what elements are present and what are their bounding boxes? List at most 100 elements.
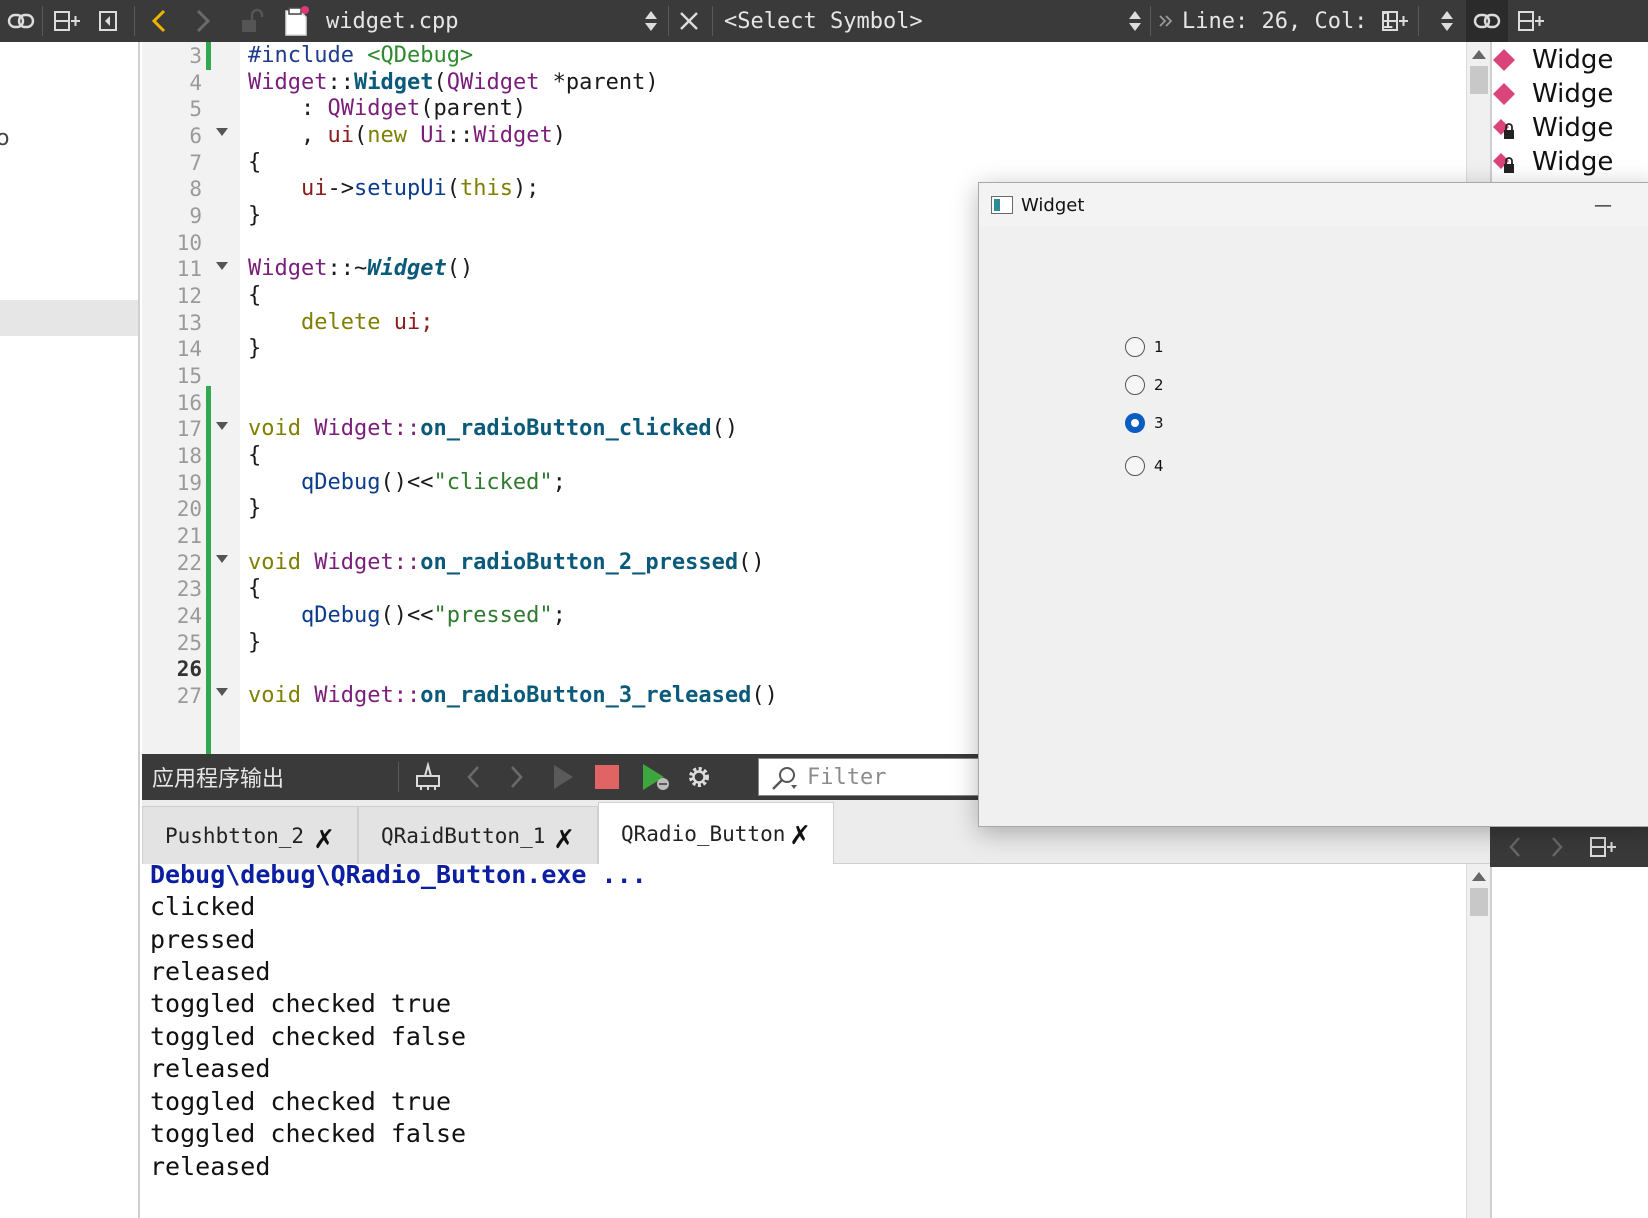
radio-indicator[interactable]: [1125, 456, 1145, 476]
close-file-icon[interactable]: [674, 0, 704, 42]
fold-arrow-icon[interactable]: [216, 128, 228, 136]
clear-output-icon[interactable]: [408, 754, 448, 800]
radio-indicator[interactable]: [1125, 375, 1145, 395]
forward-arrow-icon[interactable]: [188, 0, 218, 42]
split-add-icon[interactable]: [50, 0, 84, 42]
radio-button-3[interactable]: 3: [1125, 409, 1235, 437]
outline-item[interactable]: Widge: [1493, 144, 1613, 180]
change-marker: [206, 42, 211, 70]
symbol-updown-icon[interactable]: [1124, 0, 1146, 42]
code-line: }: [248, 630, 262, 655]
right-bottom-toolbar: [1490, 827, 1648, 867]
radio-indicator-checked[interactable]: [1125, 413, 1145, 433]
file-name[interactable]: widget.cpp: [326, 0, 458, 42]
fold-arrow-icon[interactable]: [216, 262, 228, 270]
code-line: {: [248, 576, 262, 601]
tab-qradio-button[interactable]: QRadio_Button ✗: [598, 802, 834, 865]
line-number: 5: [189, 97, 202, 121]
tab-qraidbutton-1[interactable]: QRaidButton_1 ✗: [358, 806, 598, 864]
outline-updown-icon[interactable]: [1436, 0, 1458, 42]
line-number: 11: [176, 257, 202, 281]
line-number: 18: [176, 444, 202, 468]
output-line: toggled checked true: [150, 1087, 452, 1116]
window-titlebar[interactable]: Widget —: [979, 183, 1648, 227]
output-line: toggled checked false: [150, 1022, 467, 1051]
code-line: Widget::~Widget(): [248, 256, 474, 281]
close-tab-icon[interactable]: ✗: [789, 821, 811, 851]
close-sidebar-icon[interactable]: [94, 0, 122, 42]
output-line: released: [150, 1054, 271, 1083]
scroll-up-icon[interactable]: [1472, 872, 1486, 881]
sidebar-selected-row[interactable]: [0, 300, 138, 336]
code-line: , ui(new Ui::Widget): [248, 123, 566, 148]
line-number: 27: [176, 684, 202, 708]
fold-arrow-icon[interactable]: [216, 422, 228, 430]
rerun-icon[interactable]: [546, 754, 580, 800]
application-output[interactable]: Debug\debug\QRadio_Button.exe ... clicke…: [142, 864, 1466, 1218]
split-add-icon[interactable]: [1586, 827, 1620, 867]
fold-arrow-icon[interactable]: [216, 688, 228, 696]
close-tab-icon[interactable]: ✗: [553, 825, 575, 855]
code-line: void Widget::on_radioButton_3_released(): [248, 683, 778, 708]
code-line: void Widget::on_radioButton_clicked(): [248, 416, 739, 441]
close-tab-icon[interactable]: ✗: [313, 825, 335, 855]
outline-split-icon[interactable]: [1514, 0, 1548, 42]
output-line: pressed: [150, 925, 256, 954]
symbol-selector[interactable]: <Select Symbol>: [724, 0, 923, 42]
minimize-button[interactable]: —: [1583, 191, 1623, 219]
line-number: 24: [176, 604, 202, 628]
fold-arrow-icon[interactable]: [216, 555, 228, 563]
editor-split-icon[interactable]: [1378, 0, 1412, 42]
line-number: 17: [176, 417, 202, 441]
updown-arrows-icon[interactable]: [640, 0, 662, 42]
radio-button-4[interactable]: 4: [1125, 452, 1235, 480]
tab-pushbtton-2[interactable]: Pushbtton_2 ✗: [142, 806, 358, 864]
stop-icon[interactable]: [590, 754, 624, 800]
filter-input[interactable]: Filter: [758, 758, 990, 796]
change-marker: [206, 386, 211, 754]
sync-link-icon[interactable]: [1466, 0, 1508, 42]
next-item-icon[interactable]: [502, 754, 532, 800]
app-window-icon: [991, 196, 1013, 214]
gear-icon[interactable]: [682, 754, 716, 800]
cursor-position[interactable]: Line: 26, Col: 1: [1182, 0, 1394, 42]
outline-item[interactable]: Widge: [1493, 42, 1613, 78]
outline-item[interactable]: Widge: [1493, 110, 1613, 146]
lock-icon[interactable]: [234, 0, 268, 42]
radio-button-2[interactable]: 2: [1125, 371, 1235, 399]
widget-window: Widget — 1 2 3 4: [978, 182, 1648, 827]
radio-label: 4: [1154, 457, 1164, 475]
back-arrow-icon[interactable]: [1502, 827, 1528, 867]
output-scrollbar[interactable]: [1466, 864, 1490, 1218]
code-line: delete ui;: [300, 310, 434, 335]
link-icon[interactable]: [4, 0, 38, 42]
line-number: 10: [176, 231, 202, 255]
line-number: 12: [176, 284, 202, 308]
code-line: {: [248, 150, 262, 175]
scroll-thumb[interactable]: [1470, 66, 1488, 94]
output-pane-title[interactable]: 应用程序输出: [152, 754, 284, 800]
line-number: 4: [189, 71, 202, 95]
line-number: 3: [189, 44, 202, 68]
previous-item-icon[interactable]: [458, 754, 488, 800]
forward-arrow-icon[interactable]: [1544, 827, 1570, 867]
scroll-thumb[interactable]: [1470, 888, 1488, 916]
back-arrow-icon[interactable]: [144, 0, 174, 42]
line-number: 22: [176, 551, 202, 575]
debug-run-icon[interactable]: [636, 754, 674, 800]
line-number-current: 26: [176, 657, 202, 681]
code-line: void Widget::on_radioButton_2_pressed(): [248, 550, 765, 575]
radio-indicator[interactable]: [1125, 337, 1145, 357]
chevron-double-right-icon: [1156, 0, 1176, 42]
scroll-up-icon[interactable]: [1472, 50, 1486, 59]
radio-button-1[interactable]: 1: [1125, 333, 1235, 361]
search-icon: [772, 767, 797, 790]
line-number: 16: [176, 391, 202, 415]
output-line: toggled checked false: [150, 1119, 467, 1148]
code-line: {: [248, 283, 262, 308]
code-line: #include <QDebug>: [248, 43, 474, 68]
private-member-icon: [1493, 153, 1514, 173]
outline-item[interactable]: Widge: [1493, 76, 1613, 112]
line-number: 21: [176, 524, 202, 548]
code-line: Widget::Widget(QWidget *parent): [248, 70, 659, 95]
